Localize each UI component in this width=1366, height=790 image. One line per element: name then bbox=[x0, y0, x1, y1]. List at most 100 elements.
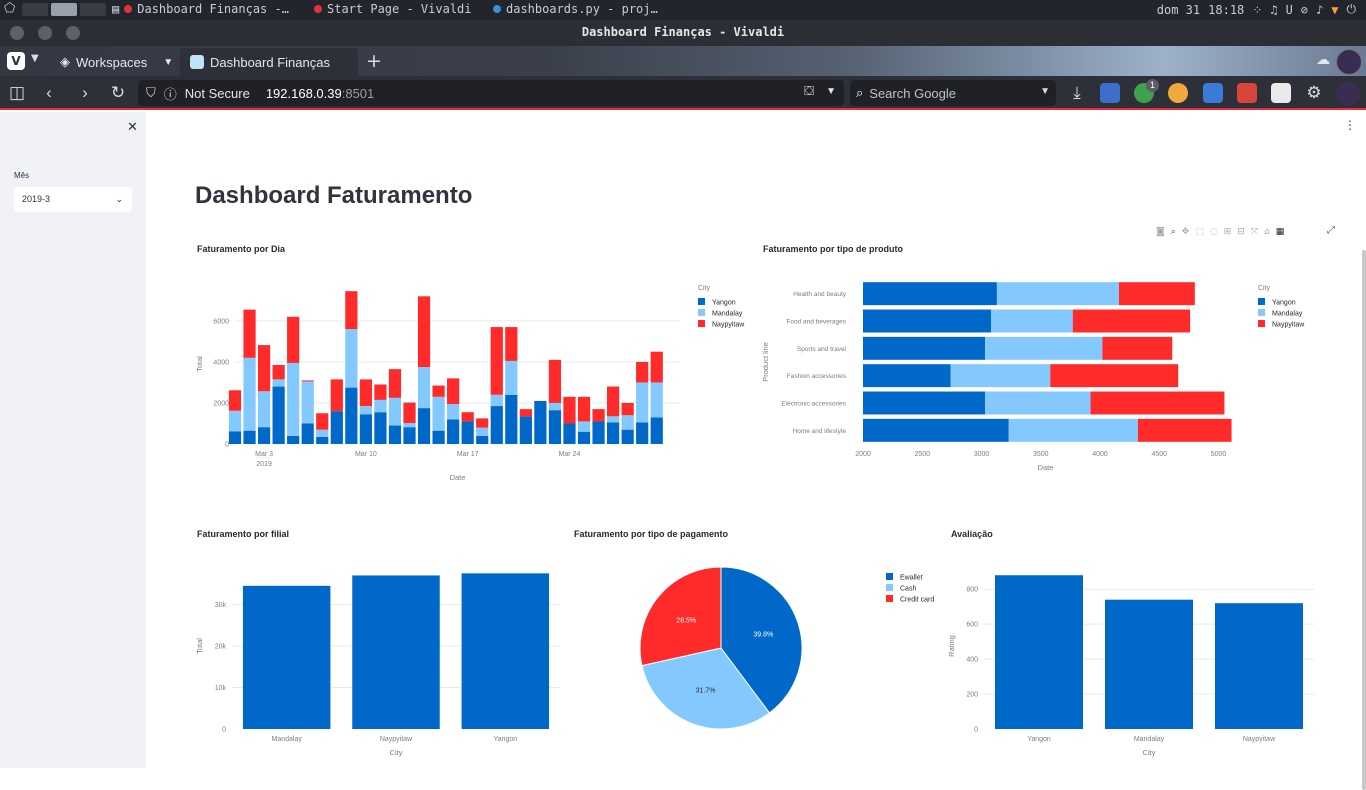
workspace-3[interactable] bbox=[80, 3, 106, 16]
minimize-window-button[interactable] bbox=[38, 26, 52, 40]
pan-icon[interactable]: ✥ bbox=[1182, 227, 1190, 237]
workspace-2[interactable] bbox=[51, 3, 77, 16]
download-icon[interactable]: ⤓ bbox=[1066, 82, 1088, 104]
zoom-icon[interactable]: ⌕ bbox=[1171, 227, 1176, 237]
forward-icon[interactable]: › bbox=[74, 82, 96, 104]
legend-swatch bbox=[698, 320, 705, 327]
bar-segment bbox=[505, 394, 518, 444]
avatar[interactable] bbox=[1336, 49, 1362, 75]
product-line-chart[interactable]: Health and beauty Food and beverages Sport… bbox=[758, 272, 1328, 490]
bar-segment bbox=[996, 282, 1119, 306]
bar-segment bbox=[519, 409, 532, 417]
task-dashboard[interactable]: ▤ Dashboard Finanças -… bbox=[112, 2, 289, 16]
legend-swatch bbox=[886, 573, 893, 580]
zoom-out-icon[interactable]: ⊟ bbox=[1237, 227, 1245, 237]
bar-segment bbox=[359, 414, 372, 444]
vivaldi-menu-button[interactable]: V bbox=[7, 52, 25, 70]
back-icon[interactable]: ‹ bbox=[38, 82, 60, 104]
scrollbar[interactable] bbox=[1362, 250, 1366, 790]
chevron-down-icon: ▼ bbox=[163, 56, 174, 68]
main-menu-icon[interactable]: ⋮ bbox=[1344, 118, 1356, 132]
workspace-1[interactable] bbox=[22, 3, 48, 16]
address-toolbar: ◫ ‹ › ↻ ⛉ ⓘ Not Secure 192.168.0.39:8501… bbox=[0, 76, 1366, 110]
reload-icon[interactable]: ↻ bbox=[107, 82, 129, 104]
search-field[interactable]: ⌕ Search Google ▼ bbox=[850, 80, 1056, 106]
x-tick-label: Mandalay bbox=[1134, 736, 1165, 743]
security-label: Not Secure bbox=[184, 85, 250, 101]
legend-label: Naypyitaw bbox=[1272, 322, 1305, 329]
month-select[interactable]: 2019-3 ⌄ bbox=[14, 187, 132, 212]
magnet-icon[interactable]: U bbox=[1286, 3, 1293, 17]
payment-pie-chart[interactable]: 39.8% 31.7% 28.5% Ewallet Cash Credit card bbox=[574, 555, 944, 763]
branch-revenue-chart[interactable]: 0 10k 20k 30k Mandalay Naypyitaw Yangon City Tot… bbox=[190, 555, 565, 763]
bell-icon[interactable]: ♫ bbox=[1270, 3, 1277, 17]
tab-label: Dashboard Finanças bbox=[210, 54, 330, 70]
chart-title-product: Faturamento por tipo de produto bbox=[763, 244, 903, 254]
page-title: Dashboard Faturamento bbox=[195, 182, 473, 209]
translate-icon[interactable] bbox=[1100, 83, 1120, 103]
bar bbox=[1105, 599, 1193, 729]
dark-extension-icon[interactable] bbox=[1271, 83, 1291, 103]
chart-modebar: ◙ ⌕ ✥ ⬚ ◌ ⊞ ⊟ ⤧ ⌂ ▦ bbox=[1156, 227, 1284, 237]
profile-avatar[interactable] bbox=[1336, 82, 1360, 106]
bar-segment bbox=[505, 327, 518, 361]
y-tick-label: 800 bbox=[966, 587, 978, 594]
close-window-button[interactable] bbox=[10, 26, 24, 40]
chrome-extension-icon[interactable] bbox=[1168, 83, 1188, 103]
notification-badge: 1 bbox=[1146, 79, 1159, 92]
fullscreen-icon[interactable]: ⤢ bbox=[1327, 225, 1335, 236]
reset-axes-icon[interactable]: ⌂ bbox=[1264, 227, 1270, 237]
clip-icon[interactable]: ⊘ bbox=[1301, 3, 1308, 17]
task-start-page[interactable]: Start Page - Vivaldi bbox=[314, 2, 472, 16]
cloud-icon[interactable]: ☁ bbox=[1316, 52, 1330, 68]
bar-segment bbox=[447, 404, 460, 420]
clock-time: 18:18 bbox=[1208, 2, 1245, 17]
camera-icon[interactable]: ◙ bbox=[1156, 227, 1165, 237]
new-tab-button[interactable]: + bbox=[366, 50, 382, 72]
x-tick-label: Mar 17 bbox=[457, 451, 479, 458]
rating-chart[interactable]: 0 200 400 600 800 Yangon Mandalay Naypyitaw City… bbox=[942, 555, 1322, 763]
panel-toggle-icon[interactable]: ◫ bbox=[6, 82, 28, 104]
chevron-down-icon[interactable]: ▼ bbox=[1040, 86, 1050, 97]
extensions-icon[interactable]: ⚙ bbox=[1303, 82, 1325, 104]
bar-segment bbox=[345, 387, 358, 444]
shield-icon[interactable]: ⛉ bbox=[146, 85, 156, 101]
info-icon[interactable]: ⓘ bbox=[164, 84, 177, 103]
volume-icon[interactable]: ♪ bbox=[1316, 3, 1323, 17]
plotly-logo-icon[interactable]: ▦ bbox=[1276, 227, 1285, 237]
daily-revenue-chart[interactable]: 0 2000 4000 6000 Mar 3 Mar 10 Mar 17 Mar 24 2019… bbox=[190, 272, 760, 490]
wifi-icon[interactable]: ▼ bbox=[1331, 3, 1338, 17]
network-icon[interactable]: ⁘ bbox=[1252, 3, 1262, 17]
window-icon: ▤ bbox=[112, 2, 120, 16]
bar-segment bbox=[257, 345, 271, 392]
task-vscode[interactable]: dashboards.py - proj… bbox=[493, 2, 658, 16]
bookmark-icon[interactable]: ⛋ bbox=[804, 83, 814, 99]
maximize-window-button[interactable] bbox=[66, 26, 80, 40]
close-sidebar-button[interactable]: ✕ bbox=[127, 120, 138, 135]
chevron-down-icon[interactable]: ▼ bbox=[31, 53, 39, 64]
bar-segment bbox=[519, 416, 532, 444]
zoom-in-icon[interactable]: ⊞ bbox=[1224, 227, 1232, 237]
x-tick-label: 4500 bbox=[1151, 451, 1167, 458]
bar-segment bbox=[243, 430, 256, 444]
chart-title-payment: Faturamento por tipo de pagamento bbox=[574, 529, 729, 539]
bookmark-extension-icon[interactable] bbox=[1203, 83, 1223, 103]
bar-segment bbox=[563, 396, 576, 424]
legend-swatch bbox=[1258, 309, 1265, 316]
lasso-icon[interactable]: ◌ bbox=[1210, 227, 1218, 237]
tab-dashboard[interactable]: Dashboard Finanças bbox=[180, 48, 358, 76]
box-select-icon[interactable]: ⬚ bbox=[1195, 227, 1204, 237]
workspaces-button[interactable]: ◈ Workspaces ▼ bbox=[50, 48, 183, 76]
power-icon[interactable]: ⏻ bbox=[1347, 2, 1357, 17]
autoscale-icon[interactable]: ⤧ bbox=[1251, 227, 1258, 237]
bar-segment bbox=[476, 427, 489, 436]
chart-title-rating: Avaliação bbox=[951, 529, 993, 539]
bar-segment bbox=[287, 362, 300, 436]
workspaces-label: Workspaces bbox=[76, 54, 148, 70]
bar-segment bbox=[417, 367, 431, 409]
bar-segment bbox=[301, 381, 314, 424]
url-field[interactable]: ⛉ ⓘ Not Secure 192.168.0.39:8501 ⛋ ▼ bbox=[138, 80, 844, 106]
red-extension-icon[interactable] bbox=[1237, 83, 1257, 103]
os-menu-icon[interactable]: ⬠ bbox=[4, 1, 15, 16]
chevron-down-icon[interactable]: ▼ bbox=[826, 86, 836, 97]
